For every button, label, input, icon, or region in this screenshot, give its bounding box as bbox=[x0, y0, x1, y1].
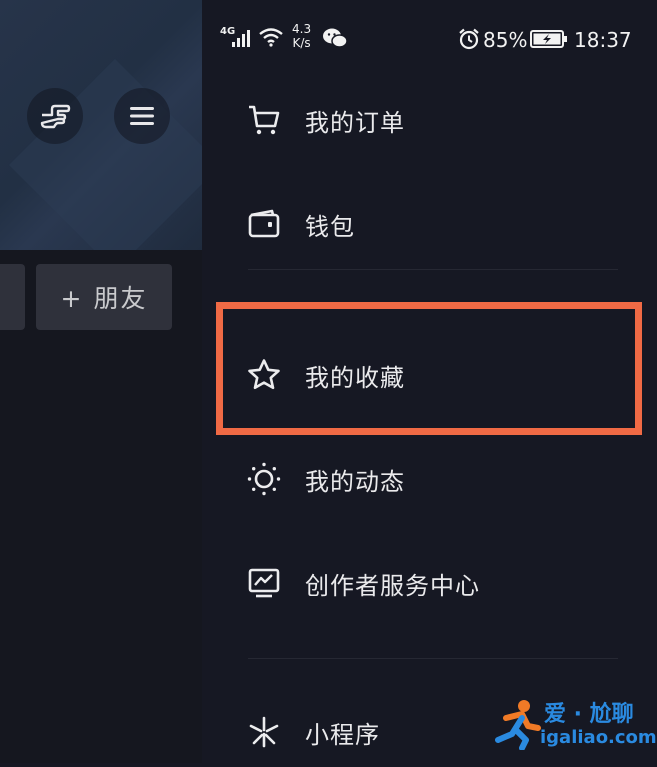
wallet-icon bbox=[248, 209, 280, 238]
menu-button[interactable] bbox=[114, 88, 170, 144]
menu-item-label: 小程序 bbox=[305, 720, 380, 749]
watermark-url: igaliao.com bbox=[540, 727, 657, 748]
menu-item-label: 创作者服务中心 bbox=[305, 571, 480, 600]
menu-item-my-moments[interactable]: 我的动态 bbox=[202, 444, 657, 514]
menu-item-label: 我的动态 bbox=[305, 467, 405, 496]
sun-icon bbox=[247, 462, 281, 496]
runner-logo-icon bbox=[495, 700, 541, 750]
menu-item-my-orders[interactable]: 我的订单 bbox=[202, 85, 657, 155]
status-bar: 4G 4.3 K/s 85% 18:37 bbox=[202, 0, 657, 80]
gesture-button[interactable] bbox=[27, 88, 83, 144]
profile-header-background bbox=[0, 0, 202, 250]
wechat-icon bbox=[323, 28, 348, 48]
menu-item-label: 我的订单 bbox=[305, 108, 405, 137]
edit-profile-button[interactable] bbox=[0, 264, 25, 330]
highlight-annotation bbox=[216, 302, 642, 435]
cart-icon bbox=[249, 105, 280, 135]
watermark-title: 爱 · 尬聊 bbox=[544, 702, 634, 727]
alarm-clock-icon bbox=[459, 28, 479, 50]
battery-charging-icon bbox=[530, 30, 567, 48]
menu-item-wallet[interactable]: 钱包 bbox=[202, 189, 657, 259]
chart-monitor-icon bbox=[248, 568, 280, 598]
pointing-hand-icon bbox=[40, 104, 71, 129]
battery-percentage: 85% bbox=[483, 28, 528, 52]
menu-item-creator-center[interactable]: 创作者服务中心 bbox=[202, 548, 657, 618]
site-watermark: 爱 · 尬聊 igaliao.com bbox=[492, 694, 657, 754]
profile-background-pane: + 朋友 bbox=[0, 0, 202, 763]
menu-item-label: 钱包 bbox=[305, 212, 355, 241]
wifi-icon bbox=[259, 28, 283, 47]
divider bbox=[248, 658, 618, 659]
status-time: 18:37 bbox=[574, 28, 632, 52]
cellular-signal-icon bbox=[232, 30, 250, 47]
add-friend-button[interactable]: + 朋友 bbox=[36, 264, 172, 330]
hamburger-icon bbox=[130, 107, 154, 125]
asterisk-icon bbox=[249, 716, 279, 748]
network-speed: 4.3 K/s bbox=[292, 22, 312, 50]
divider bbox=[248, 269, 618, 270]
